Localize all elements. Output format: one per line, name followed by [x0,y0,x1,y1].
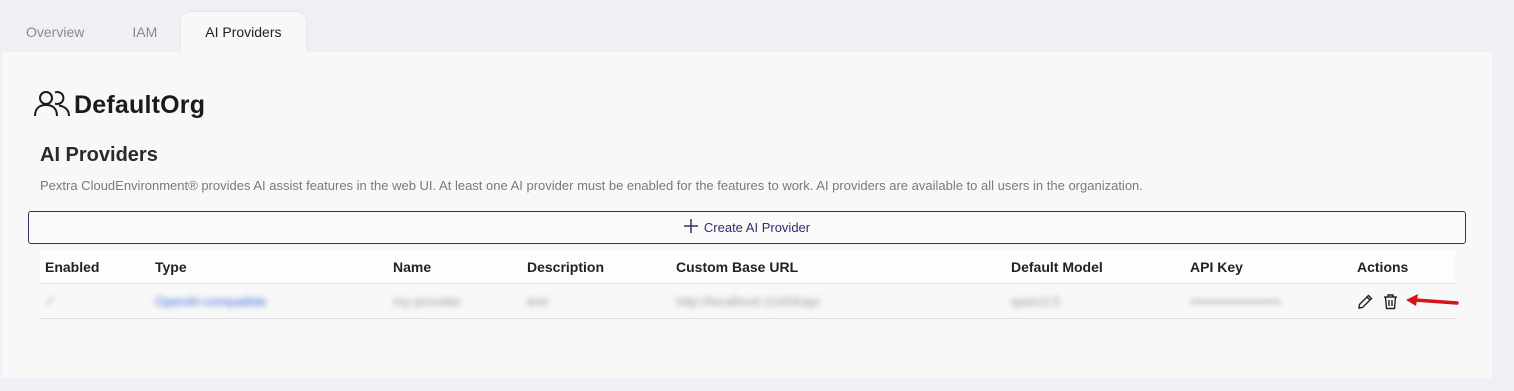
trash-icon[interactable] [1382,293,1399,310]
users-icon [32,88,72,123]
tab-bar: Overview IAM AI Providers [2,12,306,52]
content-panel: DefaultOrg AI Providers Pextra CloudEnvi… [2,52,1492,378]
enabled-cell: ✓ [45,293,56,308]
table-row: ✓ OpenAI-compatible my-provider test htt… [40,284,1455,319]
col-api-key[interactable]: API Key [1185,259,1352,275]
col-enabled[interactable]: Enabled [40,259,150,275]
description-cell: test [527,293,548,309]
org-name: DefaultOrg [74,91,206,119]
section-title: AI Providers [40,144,158,166]
type-cell[interactable]: OpenAI-compatible [150,294,388,309]
create-ai-provider-button[interactable]: Create AI Provider [28,211,1466,244]
base-url-cell: http://localhost:11434/api [676,293,820,309]
org-header: DefaultOrg [32,88,205,123]
tab-iam[interactable]: IAM [108,12,181,52]
section-description: Pextra CloudEnvironment® provides AI ass… [40,178,1143,193]
default-model-cell: qwen2.5 [1011,293,1061,309]
table-header: Enabled Type Name Description Custom Bas… [40,250,1455,284]
col-name[interactable]: Name [388,259,522,275]
tab-overview[interactable]: Overview [2,12,108,52]
col-actions: Actions [1357,258,1409,275]
col-description[interactable]: Description [522,259,671,275]
col-custom-base-url[interactable]: Custom Base URL [671,259,1006,275]
pencil-icon[interactable] [1357,293,1374,310]
create-button-label: Create AI Provider [703,220,811,235]
providers-table: Enabled Type Name Description Custom Bas… [40,250,1455,319]
plus-icon [683,219,698,236]
col-default-model[interactable]: Default Model [1006,259,1185,275]
name-cell: my-provider [393,293,462,309]
api-key-cell: •••••••••••••••••••• [1190,293,1282,309]
tab-ai-providers[interactable]: AI Providers [181,12,306,52]
col-type[interactable]: Type [150,259,388,275]
red-arrow-icon [1403,292,1459,317]
